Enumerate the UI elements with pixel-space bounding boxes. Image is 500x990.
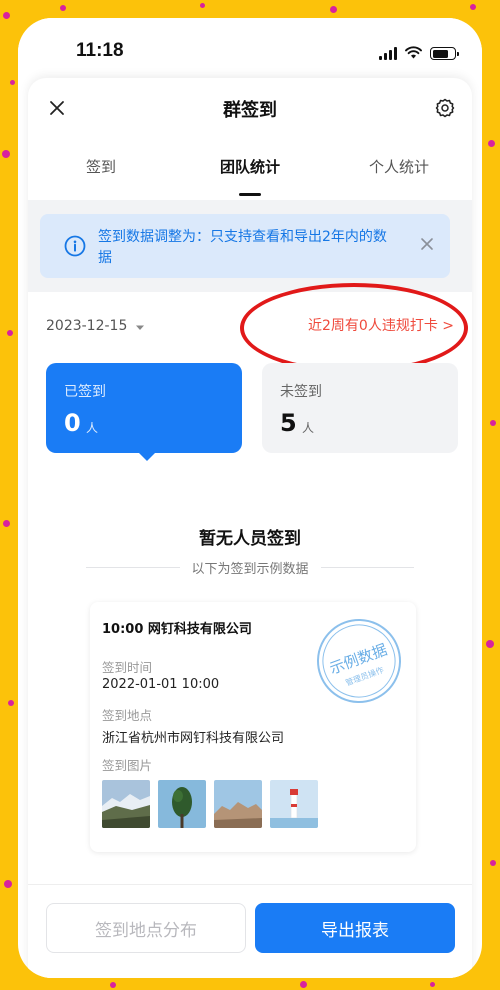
location-distribution-button[interactable]: 签到地点分布 [46, 903, 246, 953]
example-divider: 以下为签到示例数据 [86, 558, 415, 577]
example-checkin-card: 10:00 网钉科技有限公司 签到时间 2022-01-01 10:00 签到地… [90, 602, 416, 852]
decor-dot [7, 330, 13, 336]
caret-down-icon [135, 316, 145, 335]
example-stamp: 示例数据 管理员操作 [301, 603, 416, 718]
stat-value: 0 [64, 409, 81, 437]
notice-close-icon[interactable] [420, 236, 434, 255]
location-value: 浙江省杭州市网钉科技有限公司 [102, 731, 285, 746]
notice-area: 签到数据调整为：只支持查看和导出2年内的数据 [28, 200, 472, 292]
checkin-sheet: 群签到 签到 团队统计 个人统计 签到数据调整为：只支持查看和导出2年内的数据 … [28, 78, 472, 978]
stat-unit: 人 [302, 421, 315, 435]
gear-icon[interactable] [432, 95, 458, 121]
decor-dot [3, 520, 10, 527]
decor-dot [60, 5, 66, 11]
tab-team-stats[interactable]: 团队统计 [220, 156, 280, 177]
photo-rocks[interactable] [214, 780, 262, 828]
tab-checkin[interactable]: 签到 [86, 156, 116, 177]
notice-banner: 签到数据调整为：只支持查看和导出2年内的数据 [40, 214, 450, 278]
stat-label: 未签到 [280, 384, 322, 400]
tab-indicator [239, 193, 261, 196]
page-title: 群签到 [223, 100, 277, 121]
time-value: 2022-01-01 10:00 [102, 677, 220, 692]
decor-dot [430, 982, 435, 987]
stat-value: 5 [280, 409, 297, 437]
status-time: 11:18 [76, 40, 124, 61]
decor-dot [470, 4, 476, 10]
decor-dot [300, 981, 307, 988]
date-value: 2023-12-15 [46, 317, 128, 334]
example-subtitle: 以下为签到示例数据 [191, 562, 309, 577]
decor-dot [490, 420, 496, 426]
decor-dot [488, 140, 495, 147]
photo-lighthouse[interactable] [270, 780, 318, 828]
notice-text: 签到数据调整为：只支持查看和导出2年内的数据 [98, 229, 387, 266]
decor-dot [10, 80, 15, 85]
date-picker[interactable]: 2023-12-15 [46, 316, 145, 335]
photos-label: 签到图片 [102, 758, 153, 773]
photo-list [102, 780, 318, 828]
signal-icon [379, 47, 397, 60]
time-label: 签到时间 [102, 660, 153, 675]
decor-dot [110, 982, 116, 988]
stat-label: 已签到 [64, 384, 106, 400]
phone-frame: 11:18 群签到 签到 团队统计 个人统计 签到数据调整为：只支持查看和导出2… [18, 18, 482, 978]
bottom-action-bar: 签到地点分布 导出报表 [28, 884, 472, 978]
decor-dot [4, 880, 12, 888]
example-title: 10:00 网钉科技有限公司 [102, 622, 252, 637]
nav-bar: 群签到 [28, 78, 472, 138]
stat-unit: 人 [86, 421, 99, 435]
wifi-icon [405, 44, 422, 63]
tab-bar: 签到 团队统计 个人统计 [28, 138, 472, 200]
violation-link[interactable]: 近2周有0人违规打卡 > [308, 315, 454, 335]
empty-state-title: 暂无人员签到 [199, 529, 301, 549]
stat-card-signed[interactable]: 已签到 0 人 [46, 363, 242, 461]
decor-dot [2, 150, 10, 158]
info-icon [64, 235, 86, 261]
photo-mountain[interactable] [102, 780, 150, 828]
location-label: 签到地点 [102, 708, 153, 723]
divider-line [86, 567, 180, 568]
tab-personal-stats[interactable]: 个人统计 [369, 156, 429, 177]
decor-dot [486, 640, 494, 648]
divider-line [320, 567, 415, 568]
decor-dot [200, 3, 205, 8]
photo-tree[interactable] [158, 780, 206, 828]
status-icons [379, 44, 459, 63]
export-report-button[interactable]: 导出报表 [255, 903, 455, 953]
battery-icon [430, 47, 459, 60]
decor-dot [330, 6, 337, 13]
selected-pointer [138, 452, 156, 461]
stat-card-unsigned[interactable]: 未签到 5 人 [262, 363, 458, 453]
decor-dot [490, 860, 496, 866]
decor-dot [3, 12, 10, 19]
status-bar: 11:18 [18, 18, 482, 82]
decor-dot [8, 700, 14, 706]
